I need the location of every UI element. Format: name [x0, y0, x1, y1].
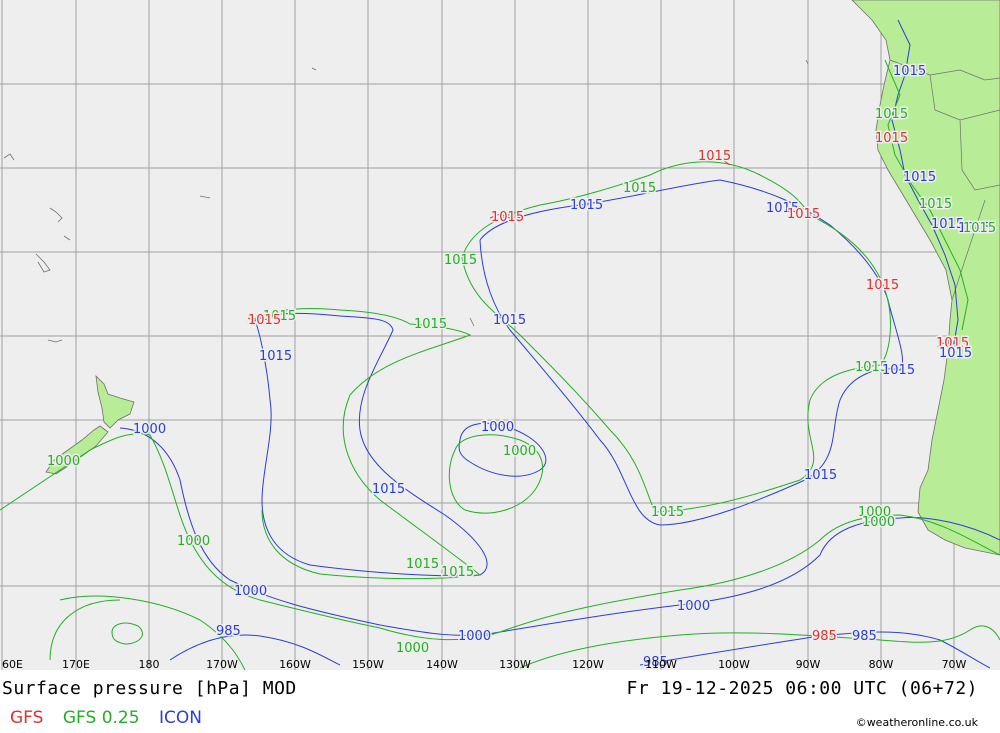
legend-icon[interactable]: ICON: [159, 708, 202, 728]
isobar-label-gfs: 1015: [491, 210, 524, 225]
isobar-label-icon: 1015: [570, 198, 603, 213]
ocean-background: [0, 0, 1000, 670]
longitude-label: 70W: [942, 658, 967, 670]
longitude-label: 170E: [62, 658, 90, 670]
weather-map: 1015 1015 1015 1015 1015 1015 1015 1015 1015 1015…: [0, 0, 1000, 670]
isobar-label-gfs025: 1015: [444, 253, 477, 268]
legend-gfs-025[interactable]: GFS 0.25: [63, 708, 140, 728]
isobar-label-icon: 1000: [481, 420, 514, 435]
isobar-label-gfs025: 1015: [414, 317, 447, 332]
isobar-label-gfs025: 1000: [177, 534, 210, 549]
isobar-label-icon: 1015: [903, 170, 936, 185]
isobar-label-gfs025: 1015: [651, 505, 684, 520]
isobar-label-gfs025: 1015: [406, 557, 439, 572]
isobar-label-icon: 1015: [259, 349, 292, 364]
model-legend: GFS GFS 0.25 ICON: [10, 708, 216, 728]
isobar-label-gfs: 985: [812, 629, 837, 644]
isobar-label-icon: 1000: [133, 422, 166, 437]
isobar-label-icon: 1015: [372, 482, 405, 497]
isobar-label-icon: 1015: [882, 363, 915, 378]
isobar-label-gfs: 1015: [698, 149, 731, 164]
map-title: Surface pressure [hPa] MOD: [2, 678, 297, 699]
longitude-label: 130W: [499, 658, 531, 670]
isobar-label-gfs025: 1000: [396, 641, 429, 656]
longitude-label: 180: [139, 658, 160, 670]
isobar-label-gfs025: 1000: [862, 515, 895, 530]
isobar-label-gfs025: 1015: [963, 221, 996, 236]
map-canvas: 101510151015101510151015 1015101510151015…: [0, 0, 1000, 670]
longitude-label: 150W: [352, 658, 384, 670]
isobar-label-gfs025: 1015: [441, 565, 474, 580]
isobar-label-gfs025: 1000: [503, 444, 536, 459]
forecast-datetime: Fr 19-12-2025 06:00 UTC (06+72): [626, 678, 978, 699]
isobar-label-gfs: 1015: [787, 207, 820, 222]
isobar-label-icon: 1000: [234, 584, 267, 599]
isobar-label-icon: 1015: [939, 346, 972, 361]
legend-gfs[interactable]: GFS: [10, 708, 43, 728]
isobar-label-gfs025: 1015: [875, 107, 908, 122]
map-footer: Surface pressure [hPa] MOD Fr 19-12-2025…: [0, 670, 1000, 733]
longitude-label: 140W: [426, 658, 458, 670]
longitude-label: 60E: [2, 658, 23, 670]
longitude-label: 120W: [572, 658, 604, 670]
isobar-label-icon: 985: [852, 629, 877, 644]
longitude-label: 90W: [796, 658, 821, 670]
longitude-label: 110W: [645, 658, 677, 670]
isobar-label-icon: 1000: [677, 599, 710, 614]
longitude-label: 100W: [718, 658, 750, 670]
isobar-label-gfs025: 1015: [623, 181, 656, 196]
isobar-label-gfs: 1015: [248, 313, 281, 328]
isobar-label-icon: 1015: [493, 313, 526, 328]
isobar-label-icon: 1015: [804, 468, 837, 483]
longitude-label: 160W: [279, 658, 311, 670]
longitude-label: 170W: [206, 658, 238, 670]
isobar-label-icon: 1000: [458, 629, 491, 644]
copyright-notice: ©weatheronline.co.uk: [855, 716, 978, 729]
longitude-label: 80W: [869, 658, 894, 670]
isobar-label-gfs: 1015: [866, 278, 899, 293]
isobar-label-gfs025: 1000: [47, 454, 80, 469]
isobar-label-icon: 985: [216, 624, 241, 639]
isobar-label-icon: 1015: [893, 64, 926, 79]
isobar-label-gfs: 1015: [875, 131, 908, 146]
isobar-label-gfs025: 1015: [919, 197, 952, 212]
